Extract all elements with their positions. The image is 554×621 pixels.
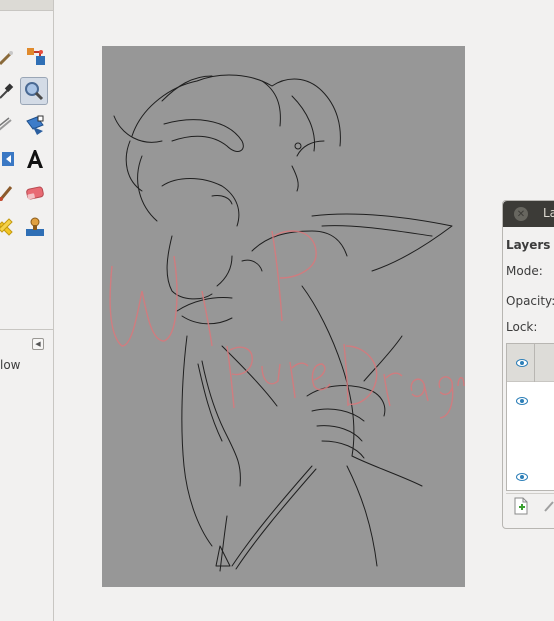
heal-tool-button[interactable] <box>0 213 20 241</box>
measure-tool-button[interactable] <box>0 44 20 72</box>
layer-row[interactable] <box>507 462 554 490</box>
text-A-icon <box>27 150 43 168</box>
visibility-eye-icon[interactable] <box>516 359 528 367</box>
layers-heading: Layers <box>506 238 551 252</box>
transform-tool-button[interactable] <box>21 111 49 139</box>
line-art-drawing <box>109 74 465 572</box>
new-layer-icon[interactable] <box>513 497 529 515</box>
toolbox-header <box>0 0 53 11</box>
layers-titlebar[interactable]: ✕ La <box>503 201 554 227</box>
tool-options-label: low <box>0 358 21 372</box>
edit-layer-icon[interactable] <box>543 499 554 513</box>
layer-list[interactable] <box>506 343 554 491</box>
flip-tool-button[interactable] <box>0 145 20 173</box>
visibility-eye-icon[interactable] <box>516 397 528 405</box>
paintbrush-tool-button[interactable] <box>0 179 20 207</box>
opacity-label: Opacity: <box>506 294 554 308</box>
toolbox-panel: ◀ low <box>0 0 54 621</box>
column-divider <box>534 344 535 382</box>
layer-row[interactable] <box>507 382 554 422</box>
clone-stamp-icon <box>27 48 45 65</box>
tool-options-divider <box>0 329 53 330</box>
eraser-icon <box>26 186 44 200</box>
heal-icon <box>0 218 13 236</box>
close-icon[interactable]: ✕ <box>514 207 528 221</box>
dock-bottom-divider <box>506 493 554 494</box>
visibility-eye-icon[interactable] <box>516 473 528 481</box>
paintbrush-icon <box>0 186 13 201</box>
ruler-icon <box>0 51 13 66</box>
eyedropper-icon <box>0 83 14 99</box>
layer-row[interactable] <box>507 344 554 382</box>
zoom-tool-button[interactable] <box>20 77 48 105</box>
color-picker-tool-button[interactable] <box>0 77 20 105</box>
collapse-arrow-icon[interactable]: ◀ <box>32 338 44 350</box>
crop-tool-button[interactable] <box>0 111 20 139</box>
image-canvas[interactable] <box>102 46 465 587</box>
smudge-tool-button[interactable] <box>21 213 49 241</box>
smudge-stamp-icon <box>26 217 44 236</box>
transform-icon <box>26 115 44 135</box>
mode-label: Mode: <box>506 264 543 278</box>
knife-icon <box>0 117 12 131</box>
lock-label: Lock: <box>506 320 538 334</box>
layers-window-title: La <box>543 206 554 220</box>
clone-tool-button[interactable] <box>22 43 50 71</box>
layers-dock-window: ✕ La Layers Mode: Opacity: Lock: <box>502 200 554 529</box>
eraser-tool-button[interactable] <box>21 179 49 207</box>
flip-icon <box>2 152 14 166</box>
text-tool-button[interactable] <box>21 145 49 173</box>
magnifier-icon <box>25 82 44 101</box>
